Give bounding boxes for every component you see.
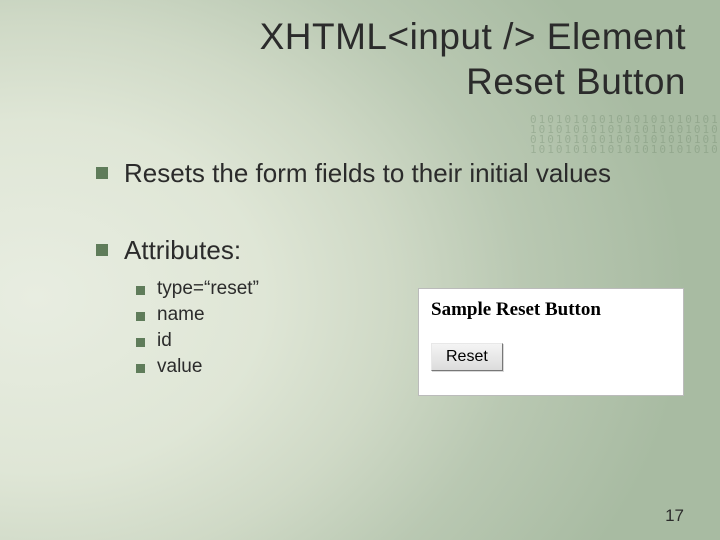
bullet-item-1: Resets the form fields to their initial …: [96, 156, 690, 191]
sub-bullet-text: type=“reset”: [157, 278, 259, 300]
sub-bullet-text: value: [157, 356, 202, 378]
bullet-text-1: Resets the form fields to their initial …: [124, 156, 611, 191]
sample-heading: Sample Reset Button: [431, 299, 671, 321]
square-bullet-icon: [96, 244, 108, 256]
bullet-text-2: Attributes:: [124, 233, 241, 268]
reset-button[interactable]: Reset: [431, 343, 503, 371]
sub-bullet-text: id: [157, 330, 172, 352]
title-line-1: XHTML<input /> Element: [260, 16, 686, 57]
slide-title: XHTML<input /> Element Reset Button: [30, 14, 686, 104]
square-bullet-icon: [136, 338, 145, 347]
slide-content: XHTML<input /> Element Reset Button Rese…: [0, 0, 720, 540]
square-bullet-icon: [136, 312, 145, 321]
square-bullet-icon: [96, 167, 108, 179]
bullet-item-2: Attributes:: [96, 233, 690, 268]
sample-reset-panel: Sample Reset Button Reset: [418, 288, 684, 396]
sub-bullet-text: name: [157, 304, 205, 326]
square-bullet-icon: [136, 286, 145, 295]
page-number: 17: [665, 506, 684, 526]
square-bullet-icon: [136, 364, 145, 373]
title-line-2: Reset Button: [466, 61, 686, 102]
